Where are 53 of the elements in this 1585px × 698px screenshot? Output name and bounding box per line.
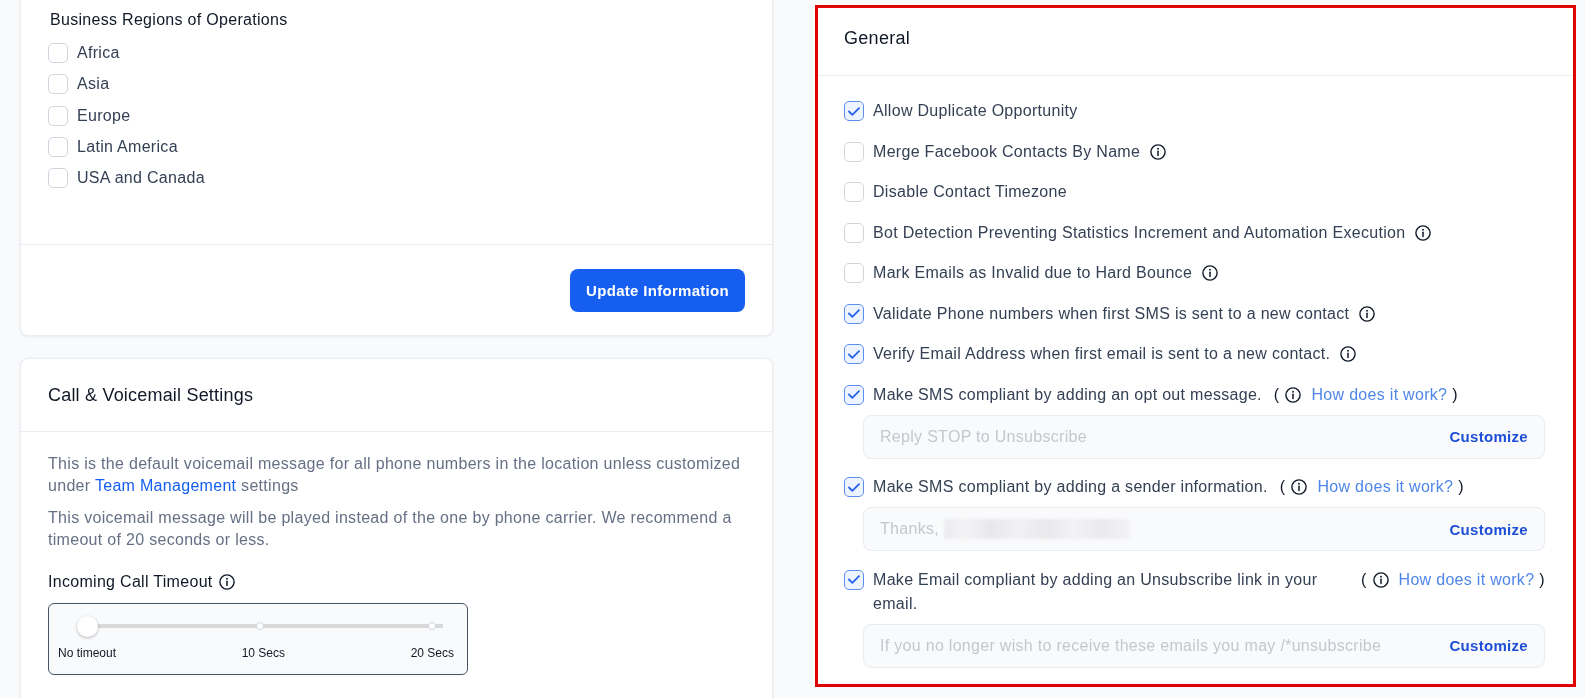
help-link[interactable]: How does it work? [1317, 475, 1454, 499]
option-label: Asia [77, 74, 110, 95]
description-text: This voicemail message will be played instead of the one by phone carrier. We recommend a timeout of 20 seconds or less. [48, 508, 733, 551]
option-label: Allow Duplicate Opportunity [873, 101, 1078, 121]
option-label: Make Email compliant by adding an Unsubscribe link in your email. [873, 569, 1319, 614]
field-label: Incoming Call Timeout [48, 572, 213, 593]
option-label: Verify Email Address when first email is sent to a new contact. [873, 344, 1331, 364]
slider-label: 20 Secs [410, 646, 454, 661]
option-label: Make SMS compliant by adding a sender information. [873, 477, 1268, 497]
checkbox[interactable] [844, 569, 864, 590]
option-label: USA and Canada [77, 168, 205, 189]
checkbox[interactable] [844, 344, 864, 364]
slider-label: 10 Secs [241, 646, 285, 661]
option-label: Merge Facebook Contacts By Name [873, 141, 1141, 162]
customize-button[interactable]: Customize [1449, 637, 1528, 654]
opening-parenthesis: ( [1360, 569, 1367, 590]
option-label: Mark Emails as Invalid due to Hard Bounce [873, 263, 1193, 283]
opening-parenthesis: ( [1273, 384, 1280, 405]
section-title: Call & Voicemail Settings [48, 384, 255, 408]
closing-parenthesis: ) [1458, 477, 1464, 497]
section-title: General [844, 27, 912, 50]
opening-parenthesis: ( [1279, 477, 1286, 497]
checkbox[interactable] [844, 384, 864, 405]
checkmark-icon [848, 309, 860, 318]
closing-parenthesis: ) [1539, 569, 1545, 590]
inline-link[interactable]: Team Management [94, 477, 237, 495]
slider-thumb[interactable] [76, 615, 98, 637]
checkbox[interactable] [844, 303, 864, 324]
update-information-button[interactable]: Update Information [570, 269, 745, 313]
checkmark-icon [848, 575, 860, 584]
option-label: Validate Phone numbers when first SMS is sent to a new contact [873, 303, 1350, 324]
option-label: Africa [77, 43, 120, 63]
description-text: This is the default voicemail message for all phone numbers in the location unless customized under Team Management settings [48, 454, 742, 497]
option-label: Disable Contact Timezone [873, 182, 1067, 202]
option-label: Europe [77, 105, 131, 126]
customize-button[interactable]: Customize [1449, 428, 1528, 445]
help-link[interactable]: How does it work? [1398, 567, 1535, 592]
closing-parenthesis: ) [1452, 384, 1458, 405]
option-label: Bot Detection Preventing Statistics Increment and Automation Execution [873, 222, 1406, 243]
customize-button[interactable]: Customize [1449, 520, 1528, 538]
checkmark-icon [848, 482, 860, 492]
help-link[interactable]: How does it work? [1311, 382, 1448, 407]
checkbox[interactable] [844, 477, 864, 497]
slider-label: No timeout [58, 646, 117, 661]
checkmark-icon [848, 106, 860, 116]
option-label: Make SMS compliant by adding an opt out message. [873, 384, 1262, 405]
stop-marker-icon [428, 622, 436, 631]
stop-marker-icon [255, 622, 264, 631]
option-label: Latin America [77, 136, 178, 157]
section-title: Business Regions of Operations [50, 10, 289, 30]
checkmark-icon [848, 390, 860, 399]
checkmark-icon [848, 349, 860, 359]
checkbox[interactable] [844, 101, 864, 121]
